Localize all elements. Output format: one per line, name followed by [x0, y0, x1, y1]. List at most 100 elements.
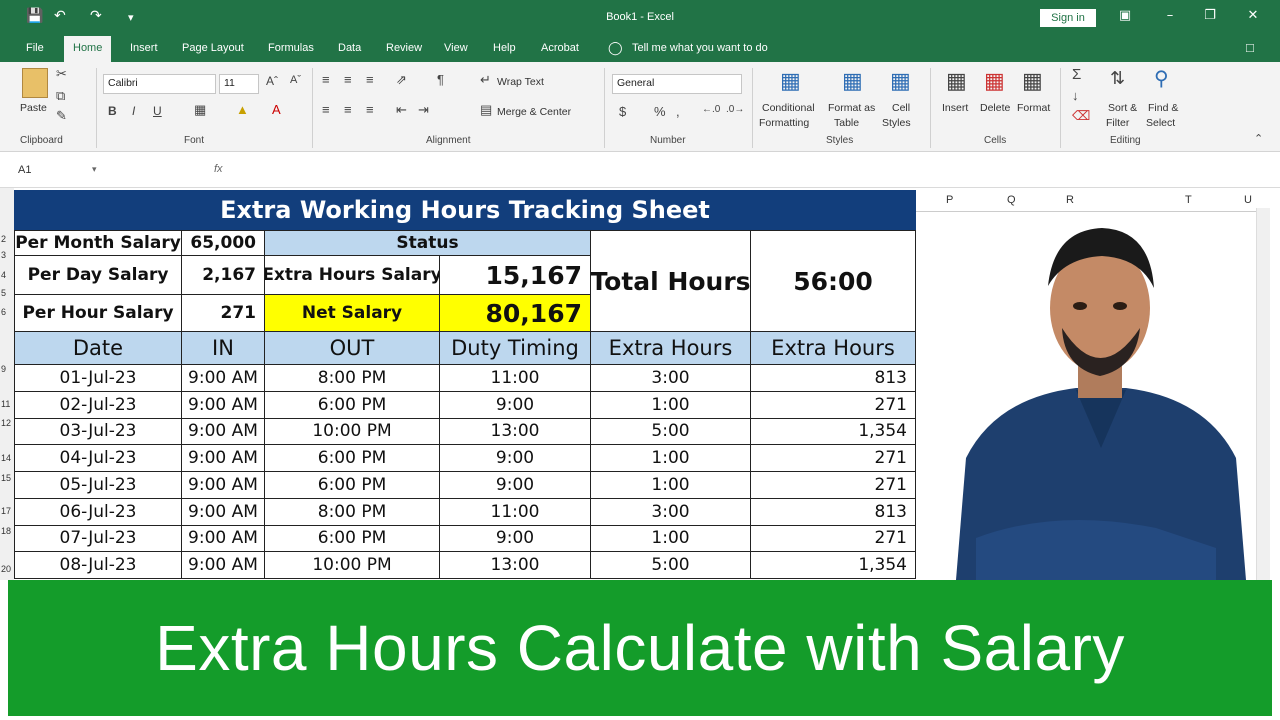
close-icon[interactable]: ✕ [1243, 8, 1263, 23]
align-left-icon[interactable]: ≡ [322, 102, 330, 117]
cell-in[interactable]: 9:00 AM [181, 417, 265, 445]
header-date[interactable]: Date [14, 331, 182, 365]
sheet-title[interactable]: Extra Working Hours Tracking Sheet [14, 190, 916, 230]
net-salary-value[interactable]: 80,167 [439, 294, 591, 332]
italic-button[interactable]: I [132, 104, 135, 118]
per-day-salary-value[interactable]: 2,167 [181, 255, 265, 295]
total-hours-value[interactable]: 56:00 [750, 230, 916, 332]
cell-out[interactable]: 10:00 PM [264, 417, 440, 445]
status-header[interactable]: Status [264, 230, 591, 256]
row-number[interactable]: 3 [1, 250, 6, 260]
row-number[interactable]: 20 [1, 564, 11, 574]
cell-date[interactable]: 02-Jul-23 [14, 391, 182, 419]
column-header[interactable]: P [946, 194, 953, 206]
cell-in[interactable]: 9:00 AM [181, 391, 265, 419]
tab-review[interactable]: Review [386, 42, 422, 54]
cell-duty-timing[interactable]: 9:00 [439, 471, 591, 499]
column-header[interactable]: Q [1007, 194, 1016, 206]
row-number[interactable]: 6 [1, 307, 6, 317]
number-format-select[interactable]: General [612, 74, 742, 94]
cell-out[interactable]: 6:00 PM [264, 524, 440, 552]
tab-help[interactable]: Help [493, 42, 516, 54]
align-center-icon[interactable]: ≡ [344, 102, 352, 117]
cell-date[interactable]: 01-Jul-23 [14, 364, 182, 392]
cell-out[interactable]: 8:00 PM [264, 364, 440, 392]
cell-duty-timing[interactable]: 9:00 [439, 444, 591, 472]
per-hour-salary-value[interactable]: 271 [181, 294, 265, 332]
rtl-icon[interactable]: ¶ [437, 72, 444, 87]
fill-color-icon[interactable]: ▲ [236, 102, 249, 117]
wrap-text-icon[interactable]: ↵ [480, 72, 491, 88]
cell-duty-timing[interactable]: 11:00 [439, 364, 591, 392]
decrease-indent-icon[interactable]: ⇤ [396, 102, 407, 118]
currency-button[interactable]: $ [619, 104, 626, 119]
tab-data[interactable]: Data [338, 42, 361, 54]
comma-style-icon[interactable]: , [676, 104, 680, 119]
decrease-decimal-icon[interactable]: .0→ [726, 104, 744, 115]
autosum-icon[interactable]: Σ [1072, 66, 1081, 83]
cell-extra-amount[interactable]: 1,354 [750, 551, 916, 579]
cell-date[interactable]: 06-Jul-23 [14, 498, 182, 526]
column-header[interactable]: U [1244, 194, 1252, 206]
cell-extra-hours[interactable]: 5:00 [590, 417, 751, 445]
cell-styles-icon[interactable]: ▦ [890, 68, 911, 94]
delete-cells-icon[interactable]: ▦ [984, 68, 1005, 94]
cell-extra-amount[interactable]: 813 [750, 364, 916, 392]
row-number[interactable]: 4 [1, 270, 6, 280]
cell-extra-hours[interactable]: 5:00 [590, 551, 751, 579]
cell-extra-hours[interactable]: 1:00 [590, 391, 751, 419]
row-number[interactable]: 5 [1, 288, 6, 298]
insert-function-button[interactable]: fx [214, 163, 223, 175]
delete-cells-button[interactable]: Delete [980, 102, 1010, 114]
net-salary-label[interactable]: Net Salary [264, 294, 440, 332]
cell-in[interactable]: 9:00 AM [181, 364, 265, 392]
cell-date[interactable]: 08-Jul-23 [14, 551, 182, 579]
cell-extra-amount[interactable]: 813 [750, 498, 916, 526]
tab-home[interactable]: Home [64, 36, 112, 62]
paste-icon[interactable] [22, 68, 48, 98]
copy-icon[interactable]: ⧉ [56, 88, 65, 104]
cell-extra-hours[interactable]: 1:00 [590, 524, 751, 552]
sort-filter-label-2[interactable]: Filter [1106, 117, 1129, 129]
header-extra-hours-amount[interactable]: Extra Hours [750, 331, 916, 365]
orientation-icon[interactable]: ⇗ [396, 72, 407, 88]
align-middle-icon[interactable]: ≡ [344, 72, 352, 87]
tab-acrobat[interactable]: Acrobat [541, 42, 579, 54]
percent-button[interactable]: % [654, 104, 666, 119]
extra-hours-salary-label[interactable]: Extra Hours Salary [264, 255, 440, 295]
cell-out[interactable]: 6:00 PM [264, 471, 440, 499]
row-number[interactable]: 15 [1, 473, 11, 483]
insert-cells-icon[interactable]: ▦ [946, 68, 967, 94]
format-cells-icon[interactable]: ▦ [1022, 68, 1043, 94]
extra-hours-salary-value[interactable]: 15,167 [439, 255, 591, 295]
tab-view[interactable]: View [444, 42, 468, 54]
cell-extra-hours[interactable]: 3:00 [590, 364, 751, 392]
cell-in[interactable]: 9:00 AM [181, 524, 265, 552]
cell-date[interactable]: 03-Jul-23 [14, 417, 182, 445]
fill-icon[interactable]: ↓ [1072, 88, 1079, 103]
per-month-salary-value[interactable]: 65,000 [181, 230, 265, 256]
conditional-formatting-icon[interactable]: ▦ [780, 68, 801, 94]
ribbon-display-icon[interactable]: ▣ [1115, 8, 1135, 23]
tab-page-layout[interactable]: Page Layout [182, 42, 244, 54]
cell-extra-amount[interactable]: 271 [750, 391, 916, 419]
cell-duty-timing[interactable]: 9:00 [439, 524, 591, 552]
column-header[interactable]: R [1066, 194, 1074, 206]
cell-duty-timing[interactable]: 11:00 [439, 498, 591, 526]
vertical-scrollbar[interactable] [1256, 208, 1270, 580]
collapse-ribbon-icon[interactable]: ⌃ [1254, 132, 1263, 145]
maximize-icon[interactable]: ❐ [1200, 8, 1220, 23]
align-top-icon[interactable]: ≡ [322, 72, 330, 87]
font-size-select[interactable]: 11 [219, 74, 259, 94]
tab-formulas[interactable]: Formulas [268, 42, 314, 54]
row-number[interactable]: 17 [1, 506, 11, 516]
format-cells-button[interactable]: Format [1017, 102, 1050, 114]
font-name-select[interactable]: Calibri [103, 74, 216, 94]
row-number[interactable]: 14 [1, 453, 11, 463]
cell-in[interactable]: 9:00 AM [181, 471, 265, 499]
row-number[interactable]: 18 [1, 526, 11, 536]
comments-icon[interactable]: □ [1246, 40, 1254, 55]
per-month-salary-label[interactable]: Per Month Salary [14, 230, 182, 256]
cell-out[interactable]: 6:00 PM [264, 444, 440, 472]
total-hours-label[interactable]: Total Hours [590, 230, 751, 332]
